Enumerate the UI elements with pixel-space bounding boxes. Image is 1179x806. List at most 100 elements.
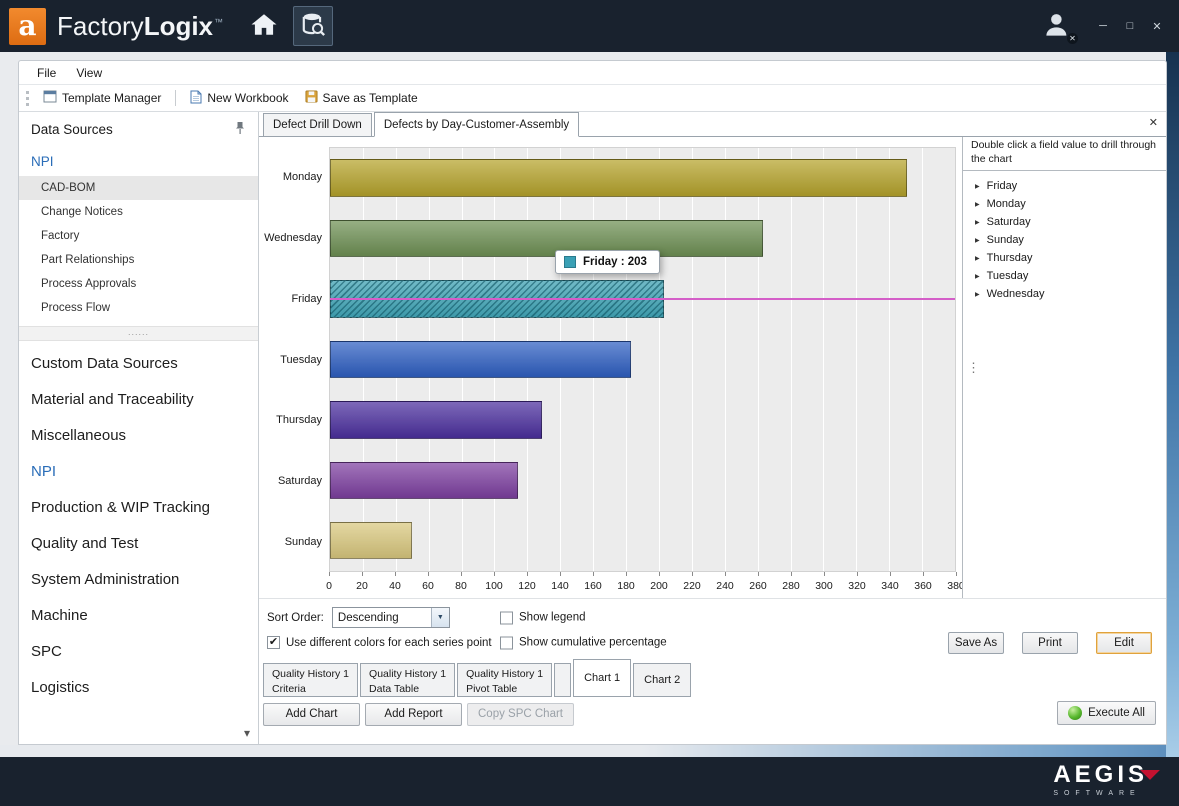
wb-tab-title: Quality History 1 <box>466 667 543 682</box>
wb-tab-chart-1[interactable]: Chart 1 <box>573 659 631 697</box>
sidebar-category-npi[interactable]: NPI <box>19 453 258 489</box>
chart-bar-saturday[interactable] <box>330 462 518 499</box>
sidebar-item-process-approvals[interactable]: Process Approvals <box>19 272 258 296</box>
sidebar-category-machine[interactable]: Machine <box>19 597 258 633</box>
user-logout-button[interactable]: ✕ <box>1041 10 1075 42</box>
drill-item-thursday[interactable]: ▶Thursday <box>963 249 1166 267</box>
sidebar-category-production-wip-tracking[interactable]: Production & WIP Tracking <box>19 489 258 525</box>
sidebar-category-system-administration[interactable]: System Administration <box>19 561 258 597</box>
sidebar-category-spc[interactable]: SPC <box>19 633 258 669</box>
add-chart-button[interactable]: Add Chart <box>263 703 360 726</box>
chart-bar-thursday[interactable] <box>330 401 542 438</box>
drill-item-wednesday[interactable]: ▶Wednesday <box>963 285 1166 303</box>
drill-item-sunday[interactable]: ▶Sunday <box>963 231 1166 249</box>
logo-letter: a <box>18 12 36 40</box>
execute-all-button[interactable]: Execute All <box>1057 701 1156 725</box>
menu-item-file[interactable]: File <box>27 61 66 84</box>
sort-order-select[interactable]: Descending ▼ <box>332 607 450 628</box>
checkbox-cumulative[interactable] <box>500 636 513 649</box>
maximize-button[interactable]: □ <box>1120 17 1140 35</box>
menu-item-view[interactable]: View <box>66 61 112 84</box>
sidebar-category-material-and-traceability[interactable]: Material and Traceability <box>19 381 258 417</box>
chart-bar-sunday[interactable] <box>330 522 412 559</box>
sidebar-category-logistics[interactable]: Logistics <box>19 669 258 705</box>
chart-bar-row <box>330 511 955 571</box>
save-as-button[interactable]: Save As <box>948 632 1004 654</box>
chart-bar-row <box>330 390 955 450</box>
sidebar-category-miscellaneous[interactable]: Miscellaneous <box>19 417 258 453</box>
footer-bar: AEGIS SOFTWARE <box>0 757 1179 806</box>
wb-tab-pivot-table[interactable]: Quality History 1Pivot Table <box>457 663 552 697</box>
sidebar-category-custom-data-sources[interactable]: Custom Data Sources <box>19 345 258 381</box>
menu-bar: FileView <box>19 61 1166 85</box>
drill-item-tuesday[interactable]: ▶Tuesday <box>963 267 1166 285</box>
add-report-button[interactable]: Add Report <box>365 703 462 726</box>
x-tick-label: 340 <box>881 580 899 592</box>
save-as-template-button[interactable]: Save as Template <box>297 85 426 111</box>
template-manager-button[interactable]: Template Manager <box>35 85 169 111</box>
triangle-right-icon: ▶ <box>975 237 980 244</box>
chart-bar-row <box>330 329 955 389</box>
sidebar-splitter[interactable]: ...... <box>19 326 258 341</box>
drill-item-friday[interactable]: ▶Friday <box>963 177 1166 195</box>
wb-tab-subtitle: Pivot Table <box>466 682 543 697</box>
chart-bar-wednesday[interactable] <box>330 220 763 257</box>
doc-tab-defect-drill-down[interactable]: Defect Drill Down <box>263 113 372 136</box>
sidebar-category-quality-and-test[interactable]: Quality and Test <box>19 525 258 561</box>
drill-item-label: Thursday <box>987 252 1033 264</box>
triangle-right-icon: ▶ <box>975 273 980 280</box>
chart-bar-row <box>330 450 955 510</box>
checkbox-show-legend[interactable] <box>500 611 513 624</box>
aegis-logo: AEGIS SOFTWARE <box>1053 763 1157 797</box>
toolbar-separator <box>175 90 176 106</box>
data-explorer-button[interactable] <box>293 6 333 46</box>
sidebar-item-cad-bom[interactable]: CAD-BOM <box>19 176 258 200</box>
drill-list: ▶Friday▶Monday▶Saturday▶Sunday▶Thursday▶… <box>963 171 1166 309</box>
home-button[interactable] <box>247 9 281 43</box>
chart-category-label-friday: Friday <box>263 268 329 329</box>
sidebar-item-factory[interactable]: Factory <box>19 224 258 248</box>
drill-item-saturday[interactable]: ▶Saturday <box>963 213 1166 231</box>
chart-category-label-sunday: Sunday <box>263 511 329 572</box>
tab-close-icon[interactable]: ✕ <box>1149 116 1158 129</box>
app-title: FactoryLogix™ <box>57 11 223 42</box>
combo-dropdown-icon[interactable]: ▼ <box>431 608 449 627</box>
sidebar-item-change-notices[interactable]: Change Notices <box>19 200 258 224</box>
x-tick-label: 120 <box>518 580 536 592</box>
x-tick-label: 220 <box>683 580 701 592</box>
sidebar-item-part-relationships[interactable]: Part Relationships <box>19 248 258 272</box>
toolbar-grip-icon[interactable] <box>26 91 29 106</box>
x-tick-mark <box>791 572 792 576</box>
app-title-regular: Factory <box>57 11 144 41</box>
close-button[interactable]: ✕ <box>1147 17 1167 35</box>
wb-tab-chart-2[interactable]: Chart 2 <box>633 663 691 697</box>
chart-bar-monday[interactable] <box>330 159 907 196</box>
minimize-button[interactable]: ─ <box>1093 17 1113 35</box>
workbook-main-area: Defect Drill DownDefects by Day-Customer… <box>259 112 1166 744</box>
copy-spc-chart-button[interactable]: Copy SPC Chart <box>467 703 574 726</box>
chart-controls: Sort Order: Descending ▼ Show legend ✔ U… <box>259 599 1166 657</box>
home-icon <box>250 12 278 40</box>
execute-all-label: Execute All <box>1088 707 1145 719</box>
x-tick-label: 260 <box>749 580 767 592</box>
wb-tab-data-table[interactable]: Quality History 1Data Table <box>360 663 455 697</box>
drill-item-monday[interactable]: ▶Monday <box>963 195 1166 213</box>
chart-category-label-wednesday: Wednesday <box>263 208 329 269</box>
wb-tab-spacer[interactable] <box>554 663 571 697</box>
doc-tab-defects-by-day-customer-assembly[interactable]: Defects by Day-Customer-Assembly <box>374 112 579 137</box>
checkbox-diff-colors[interactable]: ✔ <box>267 636 280 649</box>
wb-tab-criteria[interactable]: Quality History 1Criteria <box>263 663 358 697</box>
print-button[interactable]: Print <box>1022 632 1078 654</box>
chart-bar-tuesday[interactable] <box>330 341 631 378</box>
chart-category-label-monday: Monday <box>263 147 329 208</box>
x-tick-label: 300 <box>815 580 833 592</box>
new-workbook-button[interactable]: New Workbook <box>182 85 296 111</box>
chart-category-label-tuesday: Tuesday <box>263 329 329 390</box>
execute-globe-icon <box>1068 706 1082 720</box>
sidebar-item-process-flow[interactable]: Process Flow <box>19 296 258 320</box>
sidebar-group-npi[interactable]: NPI <box>19 146 258 176</box>
edit-button[interactable]: Edit <box>1096 632 1152 654</box>
pin-icon[interactable] <box>234 121 246 138</box>
sidebar-scroll-down-icon[interactable]: ▾ <box>244 726 250 740</box>
panel-grip-icon[interactable]: ⋮ <box>967 364 980 372</box>
